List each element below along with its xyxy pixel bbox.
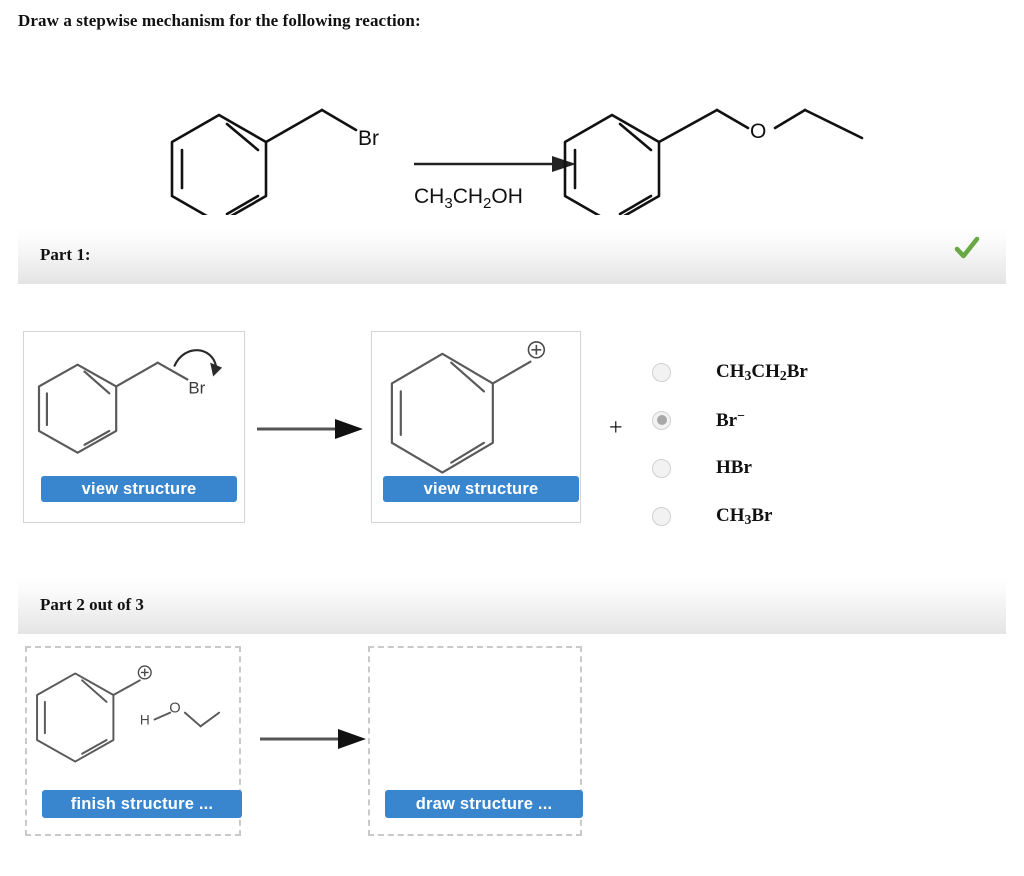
part-2-finish-structure-button[interactable]: finish structure ... — [42, 790, 242, 818]
part-1-left-structure-panel: Br view structure — [23, 331, 245, 523]
product-oxygen-label: O — [750, 120, 766, 143]
radio-option-0[interactable] — [652, 362, 671, 382]
green-check-icon — [954, 236, 980, 259]
part-1-right-structure-panel: view structure — [371, 331, 581, 523]
part-2-step-arrow-icon — [260, 729, 366, 749]
br-atom-label: Br — [188, 378, 205, 397]
radio-option-3[interactable] — [652, 506, 671, 526]
reactant-br-label: Br — [358, 127, 379, 150]
oxygen-atom-label: O — [169, 701, 180, 717]
reaction-scheme: Br CH3CH2OH O — [170, 108, 864, 215]
part-1-step-arrow-icon — [257, 419, 363, 439]
option-row[interactable]: CH3Br — [652, 492, 952, 540]
option-label-1[interactable]: Br− — [716, 408, 745, 432]
plus-sign: + — [609, 415, 623, 441]
product-options-group: CH3CH2Br Br− HBr CH3Br — [652, 348, 952, 540]
radio-option-2[interactable] — [652, 458, 671, 478]
curved-electron-arrow-icon — [173, 349, 223, 377]
reagent-label: CH3CH2OH — [414, 185, 523, 212]
option-label-3[interactable]: CH3Br — [716, 505, 772, 528]
reaction-arrow-icon — [414, 156, 576, 172]
part-1-header: Part 1: — [18, 228, 1006, 284]
part-2-right-structure-panel: draw structure ... — [368, 646, 583, 836]
page-title: Draw a stepwise mechanism for the follow… — [18, 11, 421, 30]
part-1-title: Part 1: — [40, 245, 91, 264]
option-row[interactable]: HBr — [652, 444, 952, 492]
hydrogen-atom-label: H — [140, 712, 150, 727]
part-2-title: Part 2 out of 3 — [40, 595, 144, 614]
part-2-draw-structure-button[interactable]: draw structure ... — [385, 790, 583, 818]
part-1-left-view-structure-button[interactable]: view structure — [41, 476, 237, 502]
option-label-0[interactable]: CH3CH2Br — [716, 361, 808, 384]
option-row[interactable]: CH3CH2Br — [652, 348, 952, 396]
part-2-left-structure-panel: H O finish structure ... — [25, 646, 242, 836]
option-row[interactable]: Br− — [652, 396, 952, 444]
part-2-header: Part 2 out of 3 — [18, 578, 1006, 634]
part-1-right-view-structure-button[interactable]: view structure — [383, 476, 579, 502]
positive-charge-icon — [137, 665, 152, 680]
option-label-2[interactable]: HBr — [716, 457, 752, 479]
positive-charge-icon — [527, 341, 546, 359]
radio-option-1[interactable] — [652, 410, 671, 430]
